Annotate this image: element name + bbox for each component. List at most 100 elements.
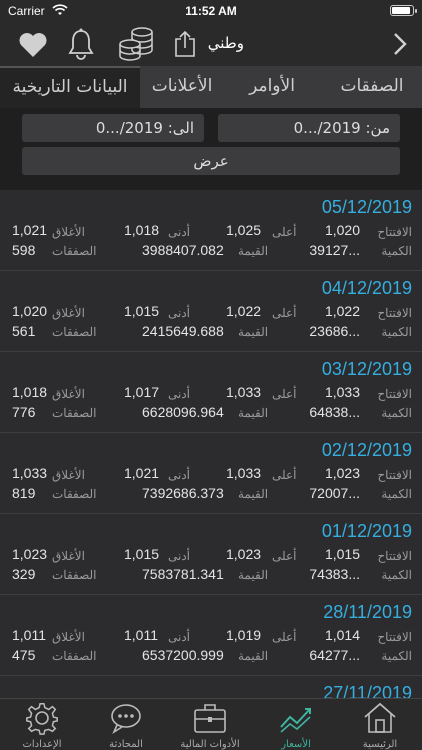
field-label: أعلى [272,306,297,320]
field-label: الأغلاق [52,468,85,482]
tab-trades[interactable]: الصفقات [322,66,422,108]
field-label: القيمة [238,244,269,258]
value-trades: 561 [12,323,36,339]
field-label: الأغلاق [52,225,85,239]
field-label: الأغلاق [52,549,85,563]
history-row[interactable]: 27/11/2019 [0,676,422,698]
value-value: 6537200.999 [142,647,224,663]
historical-data-list[interactable]: 05/12/2019 الافتتاح الكمية أعلى القيمة أدنى ال… [0,190,422,698]
value-close: 1,018 [12,384,48,400]
tabbar-chat[interactable]: المحادثة [84,701,168,750]
field-label: الافتتاح [377,225,412,239]
coins-icon[interactable] [118,26,156,62]
value-close: 1,021 [12,222,48,238]
field-label: القيمة [238,406,269,420]
value-value: 7392686.373 [142,485,224,501]
field-label: أعلى [272,549,297,563]
tab-label: الأعلانات [151,76,213,96]
tabbar-label: المحادثة [109,739,143,750]
value-open: 1,014 [324,627,360,643]
status-bar: Carrier 11:52 AM [0,0,422,22]
value-low: 1,015 [124,303,160,319]
field-label: الصفقات [52,649,97,663]
value-low: 1,015 [124,546,160,562]
gear-icon [26,702,58,735]
tab-historical-data[interactable]: البيانات التاريخية [0,66,140,108]
field-label: أدنى [168,468,191,482]
value-open: 1,020 [324,222,360,238]
favorite-heart-icon[interactable] [18,32,48,58]
show-button[interactable]: عرض [22,147,400,175]
tab-orders[interactable]: الأوامر [232,66,312,108]
row-date: 04/12/2019 [321,278,412,298]
value-high: 1,033 [226,465,262,481]
value-trades: 598 [12,242,36,258]
field-label: الكمية [381,487,412,501]
history-row[interactable]: 03/12/2019 الافتتاح الكمية أعلى القيمة أدنى ال… [0,352,422,433]
row-date: 02/12/2019 [321,440,412,460]
tabbar-label: الرئيسية [362,739,398,750]
row-date: 03/12/2019 [321,359,412,379]
history-row[interactable]: 28/11/2019 الافتتاح الكمية أعلى القيمة أدنى ال… [0,595,422,676]
from-date-field[interactable]: من: 2019/...0 [218,114,400,142]
row-date: 28/11/2019 [323,602,412,622]
share-icon[interactable] [174,30,196,58]
value-high: 1,019 [226,627,262,643]
briefcase-icon [194,704,226,733]
field-label: الافتتاح [377,306,412,320]
value-value: 3988407.082 [142,242,224,258]
field-label: أعلى [272,468,297,482]
value-trades: 475 [12,647,36,663]
history-row[interactable]: 02/12/2019 الافتتاح الكمية أعلى القيمة أدنى ال… [0,433,422,514]
tabbar-label: الأسعار [281,739,311,750]
value-open: 1,033 [324,384,360,400]
battery-icon [390,5,417,16]
value-trades: 819 [12,485,36,501]
clock: 11:52 AM [185,4,237,18]
value-quantity: 72007... [309,485,360,501]
field-label: الأغلاق [52,387,85,401]
value-close: 1,033 [12,465,48,481]
value-quantity: 64838... [309,404,360,420]
value-open: 1,015 [324,546,360,562]
to-date-field[interactable]: الى: 2019/...0 [22,114,204,142]
history-row[interactable]: 01/12/2019 الافتتاح الكمية أعلى القيمة أدنى ال… [0,514,422,595]
field-label: أدنى [168,225,191,239]
tabbar-prices[interactable]: الأسعار [254,701,338,750]
row-date: 05/12/2019 [321,197,412,217]
tab-label: البيانات التاريخية [12,77,128,97]
field-label: الافتتاح [377,549,412,563]
tabbar-home[interactable]: الرئيسية [338,701,422,750]
tabbar-financial-tools[interactable]: الأدوات المالية [168,701,252,750]
tab-announcements[interactable]: الأعلانات [132,66,232,108]
tab-label: الصفقات [340,76,404,96]
value-high: 1,023 [226,546,262,562]
field-label: الصفقات [52,406,97,420]
value-quantity: 64277... [309,647,360,663]
field-label: الكمية [381,406,412,420]
field-label: الأغلاق [52,630,85,644]
field-label: الافتتاح [377,630,412,644]
value-trades: 329 [12,566,36,582]
history-row[interactable]: 05/12/2019 الافتتاح الكمية أعلى القيمة أدنى ال… [0,190,422,271]
value-close: 1,011 [12,627,46,643]
history-row[interactable]: 04/12/2019 الافتتاح الكمية أعلى القيمة أدنى ال… [0,271,422,352]
field-label: الصفقات [52,325,97,339]
field-label: الكمية [381,244,412,258]
field-label: الكمية [381,325,412,339]
value-high: 1,025 [226,222,262,238]
tabbar-settings[interactable]: الإعدادات [0,701,84,750]
value-low: 1,021 [124,465,160,481]
value-value: 6628096.964 [142,404,224,420]
value-close: 1,020 [12,303,48,319]
chart-icon [280,708,311,733]
instrument-title: وطني [207,34,244,52]
alert-bell-icon[interactable] [66,28,96,60]
field-label: الكمية [381,649,412,663]
field-label: الافتتاح [377,387,412,401]
field-label: القيمة [238,649,269,663]
chevron-right-icon[interactable] [392,32,408,56]
home-icon [364,702,396,733]
field-label: القيمة [238,568,269,582]
value-low: 1,018 [124,222,160,238]
